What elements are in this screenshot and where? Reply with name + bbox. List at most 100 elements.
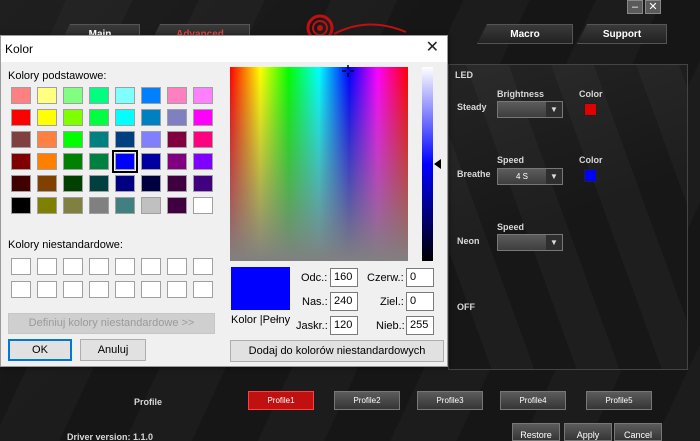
- mode-breathe-label[interactable]: Breathe: [457, 169, 491, 179]
- custom-color-swatch[interactable]: [115, 258, 135, 275]
- basic-color-swatch[interactable]: [115, 109, 135, 126]
- green-field[interactable]: 0: [406, 292, 434, 311]
- basic-color-swatch[interactable]: [63, 175, 83, 192]
- mode-steady-label[interactable]: Steady: [457, 102, 487, 112]
- custom-color-swatch[interactable]: [141, 281, 161, 298]
- basic-color-swatch[interactable]: [115, 175, 135, 192]
- basic-color-swatch[interactable]: [141, 131, 161, 148]
- luminance-field[interactable]: 120: [330, 316, 358, 335]
- mode-neon-label[interactable]: Neon: [457, 236, 480, 246]
- basic-color-swatch[interactable]: [115, 197, 135, 214]
- basic-color-swatch[interactable]: [141, 197, 161, 214]
- basic-color-swatch[interactable]: [141, 153, 161, 170]
- basic-color-swatch[interactable]: [167, 153, 187, 170]
- neon-speed-dropdown[interactable]: ▼: [497, 234, 563, 251]
- brightness-dropdown[interactable]: ▼: [497, 101, 563, 118]
- window-close-button[interactable]: ✕: [645, 0, 661, 14]
- breathe-speed-dropdown[interactable]: 4 S ▼: [497, 168, 563, 185]
- basic-color-swatch[interactable]: [89, 131, 109, 148]
- custom-color-swatch[interactable]: [11, 258, 31, 275]
- close-icon[interactable]: ✕: [426, 39, 439, 57]
- ok-button[interactable]: OK: [8, 339, 72, 361]
- custom-color-swatch[interactable]: [63, 258, 83, 275]
- custom-color-swatch[interactable]: [193, 281, 213, 298]
- add-to-custom-colors-button[interactable]: Dodaj do kolorów niestandardowych: [230, 340, 444, 362]
- basic-color-swatch[interactable]: [63, 131, 83, 148]
- define-custom-colors-button[interactable]: Definiuj kolory niestandardowe >>: [8, 313, 215, 334]
- basic-color-swatch[interactable]: [167, 87, 187, 104]
- luminance-slider-arrow-icon[interactable]: [434, 159, 442, 169]
- basic-color-swatch[interactable]: [11, 153, 31, 170]
- basic-color-swatch[interactable]: [193, 87, 213, 104]
- basic-color-swatch[interactable]: [11, 197, 31, 214]
- profile5-button[interactable]: Profile5: [586, 391, 652, 410]
- app-cancel-button[interactable]: Cancel: [614, 423, 662, 441]
- custom-color-swatch[interactable]: [167, 258, 187, 275]
- basic-color-swatch[interactable]: [63, 153, 83, 170]
- custom-color-swatch[interactable]: [89, 258, 109, 275]
- minimize-button[interactable]: –: [627, 0, 643, 14]
- basic-color-swatch[interactable]: [37, 131, 57, 148]
- custom-color-swatch[interactable]: [37, 258, 57, 275]
- basic-color-swatch[interactable]: [167, 197, 187, 214]
- basic-color-swatch[interactable]: [63, 197, 83, 214]
- color-spectrum[interactable]: [230, 67, 408, 261]
- basic-color-swatch[interactable]: [193, 175, 213, 192]
- basic-color-swatch[interactable]: [63, 109, 83, 126]
- basic-color-swatch[interactable]: [193, 197, 213, 214]
- tab-support[interactable]: Support: [577, 24, 667, 44]
- breathe-color-swatch[interactable]: [584, 169, 597, 182]
- custom-color-swatch[interactable]: [167, 281, 187, 298]
- basic-color-swatch[interactable]: [115, 87, 135, 104]
- apply-button[interactable]: Apply: [564, 423, 612, 441]
- red-label: Czerw.:: [367, 272, 404, 284]
- basic-color-swatch[interactable]: [89, 153, 109, 170]
- basic-color-swatch[interactable]: [11, 109, 31, 126]
- basic-color-swatch[interactable]: [11, 175, 31, 192]
- basic-color-swatch[interactable]: [89, 197, 109, 214]
- basic-color-swatch[interactable]: [63, 87, 83, 104]
- restore-button[interactable]: Restore: [512, 423, 560, 441]
- steady-color-swatch[interactable]: [584, 103, 597, 116]
- basic-color-swatch[interactable]: [89, 175, 109, 192]
- basic-color-swatch[interactable]: [141, 87, 161, 104]
- saturation-field[interactable]: 240: [330, 292, 358, 311]
- hue-field[interactable]: 160: [330, 268, 358, 287]
- custom-color-swatch[interactable]: [115, 281, 135, 298]
- luminance-bar[interactable]: [422, 67, 433, 261]
- profile2-button[interactable]: Profile2: [334, 391, 400, 410]
- basic-color-swatch[interactable]: [167, 131, 187, 148]
- custom-color-swatch[interactable]: [11, 281, 31, 298]
- dialog-cancel-button[interactable]: Anuluj: [80, 339, 146, 361]
- basic-color-swatch[interactable]: [167, 175, 187, 192]
- basic-color-swatch[interactable]: [141, 175, 161, 192]
- basic-color-swatch[interactable]: [167, 109, 187, 126]
- basic-color-swatch[interactable]: [37, 87, 57, 104]
- basic-color-swatch[interactable]: [37, 109, 57, 126]
- basic-color-swatch[interactable]: [115, 131, 135, 148]
- basic-color-swatch[interactable]: [193, 131, 213, 148]
- mode-off-label[interactable]: OFF: [457, 302, 475, 312]
- custom-color-swatch[interactable]: [63, 281, 83, 298]
- profile1-button[interactable]: Profile1: [248, 391, 314, 410]
- basic-color-swatch[interactable]: [37, 175, 57, 192]
- profile3-button[interactable]: Profile3: [417, 391, 483, 410]
- basic-color-swatch[interactable]: [37, 153, 57, 170]
- basic-color-swatch[interactable]: [193, 153, 213, 170]
- basic-color-swatch[interactable]: [141, 109, 161, 126]
- basic-color-swatch[interactable]: [37, 197, 57, 214]
- basic-color-swatch[interactable]: [112, 150, 138, 173]
- profile4-button[interactable]: Profile4: [500, 391, 566, 410]
- custom-color-swatch[interactable]: [89, 281, 109, 298]
- basic-color-swatch[interactable]: [11, 131, 31, 148]
- custom-color-swatch[interactable]: [141, 258, 161, 275]
- basic-color-swatch[interactable]: [11, 87, 31, 104]
- red-field[interactable]: 0: [406, 268, 434, 287]
- basic-color-swatch[interactable]: [89, 109, 109, 126]
- blue-field[interactable]: 255: [406, 316, 434, 335]
- custom-color-swatch[interactable]: [193, 258, 213, 275]
- custom-color-swatch[interactable]: [37, 281, 57, 298]
- basic-color-swatch[interactable]: [89, 87, 109, 104]
- tab-macro[interactable]: Macro: [477, 24, 573, 44]
- basic-color-swatch[interactable]: [193, 109, 213, 126]
